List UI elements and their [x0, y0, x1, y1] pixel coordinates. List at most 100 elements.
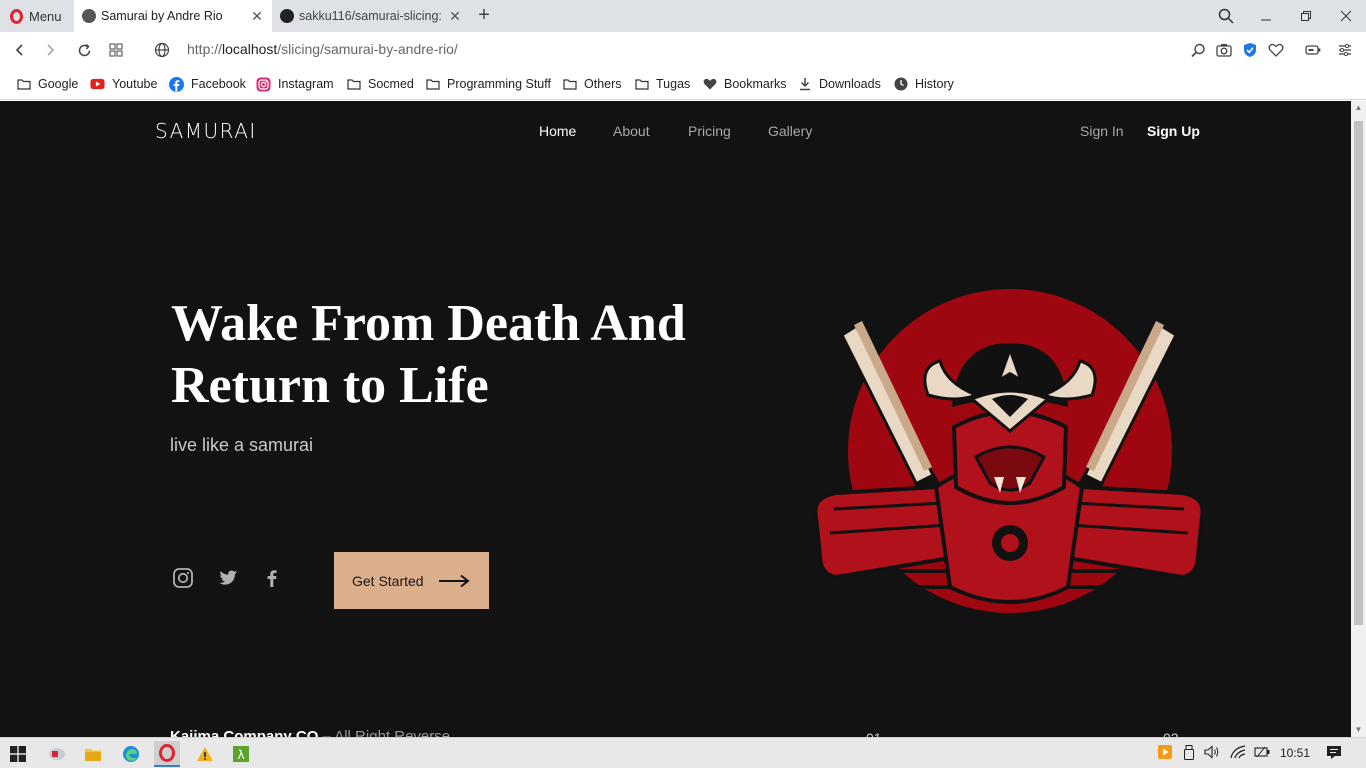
heart-icon[interactable]: [1264, 38, 1288, 62]
instagram-icon[interactable]: [172, 567, 196, 591]
battery-saver-icon[interactable]: [1301, 38, 1325, 62]
notification-center-icon[interactable]: [1326, 745, 1342, 763]
file-explorer-icon[interactable]: [80, 741, 106, 767]
start-icon[interactable]: [5, 741, 31, 767]
scrollbar-thumb[interactable]: [1354, 121, 1363, 625]
battery-icon[interactable]: [1254, 746, 1270, 761]
bookmarks-bar: Google Youtube Facebook Instagram Socmed…: [0, 68, 1366, 100]
bookmark-label: Tugas: [656, 77, 691, 91]
footer-company: Kajima Company CO: [170, 728, 319, 737]
browser-tab-bar: Menu Samurai by Andre Rio ✕ sakku116/sam…: [0, 0, 1366, 32]
bookmark-bookmarks[interactable]: Bookmarks: [702, 75, 787, 93]
globe-icon: [82, 9, 96, 23]
opera-logo-icon: [10, 8, 23, 24]
opera-menu-button[interactable]: Menu: [0, 0, 72, 32]
bookmark-label: History: [915, 77, 954, 91]
hero-tagline: live like a samurai: [170, 435, 314, 455]
bookmark-facebook[interactable]: Facebook: [169, 75, 246, 93]
site-info-globe-icon[interactable]: [150, 38, 174, 62]
download-icon: [797, 77, 812, 92]
minimize-icon[interactable]: [1246, 0, 1286, 32]
sign-in-link[interactable]: Sign In: [1080, 123, 1124, 139]
easy-setup-icon[interactable]: [1333, 38, 1357, 62]
github-icon: [280, 9, 294, 23]
volume-icon[interactable]: [1204, 745, 1220, 762]
edge-icon[interactable]: [118, 741, 144, 767]
twitter-icon[interactable]: [217, 567, 241, 591]
close-tab-icon[interactable]: ✕: [248, 8, 266, 25]
url-scheme: http://: [187, 41, 223, 57]
headline-line-1: Wake From Death And: [171, 295, 686, 352]
warning-app-icon[interactable]: [192, 741, 218, 767]
bookmark-label: Google: [38, 77, 79, 91]
footer-copyright: Kajima Company CO – All Right Reverse: [170, 728, 450, 737]
nav-home[interactable]: Home: [539, 123, 576, 139]
bookmark-programming-stuff[interactable]: Programming Stuff: [425, 75, 551, 93]
bookmark-google[interactable]: Google: [16, 75, 78, 93]
back-icon[interactable]: [8, 38, 32, 62]
address-bar: http://localhost/slicing/samurai-by-andr…: [0, 32, 1366, 68]
bookmark-label: Instagram: [278, 77, 334, 91]
bookmark-label: Others: [584, 77, 622, 91]
folder-icon: [634, 77, 649, 92]
reload-icon[interactable]: [72, 38, 96, 62]
adblock-shield-icon[interactable]: [1238, 38, 1262, 62]
usb-device-icon[interactable]: [1184, 745, 1194, 763]
wifi-icon[interactable]: [1230, 745, 1246, 762]
folder-icon: [16, 77, 31, 92]
site-logo[interactable]: SAMURAI: [155, 119, 257, 143]
scroll-down-icon[interactable]: ▼: [1351, 723, 1366, 737]
bookmark-label: Facebook: [191, 77, 246, 91]
clock-text[interactable]: 10:51: [1280, 746, 1310, 760]
clock-icon: [893, 77, 908, 92]
bookmark-label: Downloads: [819, 77, 881, 91]
bookmark-others[interactable]: Others: [562, 75, 622, 93]
folder-icon: [346, 77, 361, 92]
slide-indicator-2[interactable]: 02: [1163, 730, 1179, 737]
tab-title: Samurai by Andre Rio: [101, 9, 223, 23]
new-tab-button[interactable]: +: [474, 4, 494, 26]
nav-about[interactable]: About: [613, 123, 650, 139]
opera-icon[interactable]: [154, 741, 180, 767]
app-icon[interactable]: [44, 741, 70, 767]
bookmark-instagram[interactable]: Instagram: [256, 75, 334, 93]
search-tabs-icon[interactable]: [1206, 0, 1246, 32]
terminal-icon[interactable]: λ: [228, 741, 254, 767]
tab-github[interactable]: sakku116/samurai-slicing: I ✕: [272, 0, 470, 32]
scroll-up-icon[interactable]: ▲: [1351, 101, 1366, 115]
nav-gallery[interactable]: Gallery: [768, 123, 812, 139]
speed-dial-icon[interactable]: [104, 38, 128, 62]
bookmark-youtube[interactable]: Youtube: [90, 75, 157, 93]
bookmark-label: Socmed: [368, 77, 414, 91]
sign-up-link[interactable]: Sign Up: [1147, 123, 1200, 139]
forward-icon[interactable]: [38, 38, 62, 62]
samurai-illustration: [813, 289, 1205, 613]
close-window-icon[interactable]: [1326, 0, 1366, 32]
restore-icon[interactable]: [1286, 0, 1326, 32]
search-page-icon[interactable]: [1186, 38, 1210, 62]
bookmark-label: Programming Stuff: [447, 77, 551, 91]
url-path: /slicing/samurai-by-andre-rio/: [277, 41, 458, 57]
bookmark-tugas[interactable]: Tugas: [634, 75, 690, 93]
url-host: localhost: [222, 41, 278, 57]
slide-indicator-1[interactable]: 01: [866, 730, 882, 737]
facebook-icon[interactable]: [261, 567, 285, 591]
get-started-button[interactable]: Get Started: [334, 552, 489, 609]
bookmark-downloads[interactable]: Downloads: [797, 75, 881, 93]
svg-text:λ: λ: [237, 748, 244, 762]
footer-rights: – All Right Reverse: [318, 728, 451, 737]
nav-pricing[interactable]: Pricing: [688, 123, 731, 139]
url-field[interactable]: http://localhost/slicing/samurai-by-andr…: [187, 41, 458, 57]
page-scrollbar[interactable]: ▲ ▼: [1351, 101, 1366, 737]
hero-headline: Wake From Death And Return to Life: [171, 293, 731, 417]
youtube-icon: [90, 77, 105, 92]
tab-samurai[interactable]: Samurai by Andre Rio ✕: [74, 0, 272, 32]
instagram-icon: [256, 77, 271, 92]
bookmark-history[interactable]: History: [893, 75, 954, 93]
bookmark-label: Youtube: [112, 77, 158, 91]
media-player-icon[interactable]: [1158, 745, 1172, 762]
close-tab-icon[interactable]: ✕: [446, 8, 464, 25]
snapshot-camera-icon[interactable]: [1212, 38, 1236, 62]
bookmark-socmed[interactable]: Socmed: [346, 75, 414, 93]
folder-icon: [562, 77, 577, 92]
